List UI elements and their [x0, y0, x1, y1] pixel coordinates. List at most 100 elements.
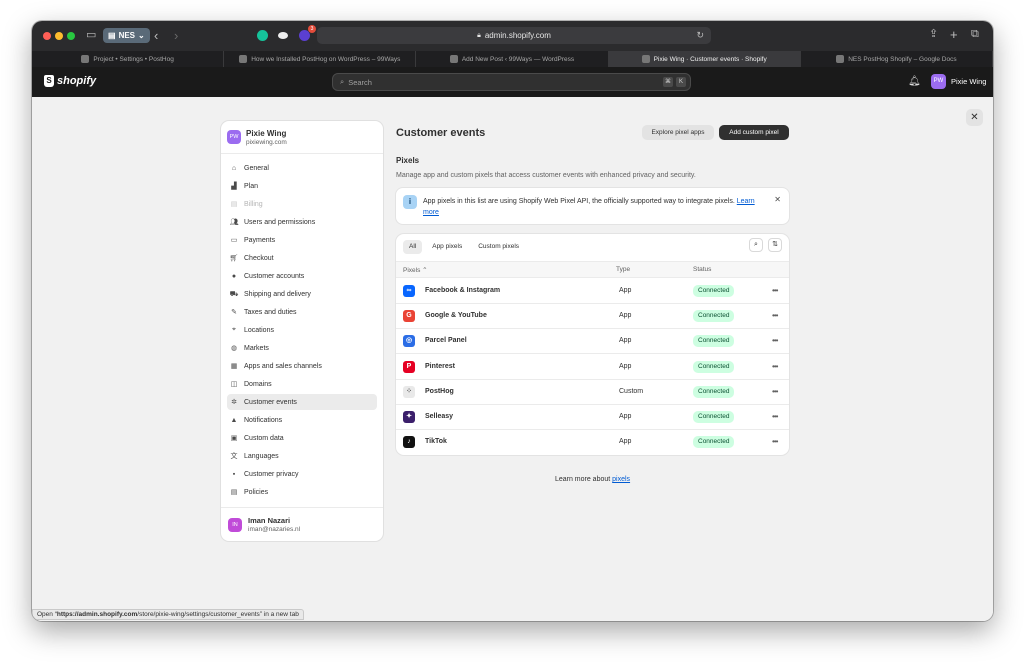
receipt-icon: ▤ — [230, 201, 238, 208]
filter-tab[interactable]: All — [403, 240, 423, 254]
truck-icon: ⛟ — [229, 290, 239, 298]
sidebar-item-general[interactable]: ⌂ General — [227, 160, 377, 176]
sidebar-item-label: Payments — [244, 236, 276, 244]
more-actions-icon[interactable]: ••• — [772, 437, 778, 446]
bell-icon: ▲ — [230, 416, 238, 424]
pinterest-icon: P — [403, 360, 415, 373]
chevron-down-icon: ⌄ — [138, 31, 145, 40]
shopify-logo[interactable]: S shopify — [44, 75, 96, 87]
sidebar-item-notifications[interactable]: ▲ Notifications — [227, 412, 377, 428]
shopify-bag-icon: S — [44, 75, 54, 87]
dismiss-banner-icon[interactable]: ✕ — [774, 195, 781, 204]
tab-overview-icon[interactable]: ⧉ — [971, 29, 979, 40]
browser-tab[interactable]: Project • Settings • PostHog — [32, 51, 225, 67]
pixel-name: Selleasy — [425, 413, 454, 420]
more-actions-icon[interactable]: ••• — [772, 387, 778, 396]
new-tab-icon[interactable]: + — [950, 28, 958, 41]
sidebar-item-customer-events[interactable]: ✲ Customer events — [227, 394, 377, 410]
more-actions-icon[interactable]: ••• — [772, 336, 778, 345]
sidebar-item-label: Languages — [244, 452, 279, 460]
reload-icon[interactable]: ↻ — [696, 30, 704, 41]
sidebar-item-locations[interactable]: ⌖ Locations — [227, 322, 377, 338]
footer-pixels-link[interactable]: pixels — [612, 476, 630, 483]
more-actions-icon[interactable]: ••• — [772, 412, 778, 421]
sidebar-item-domains[interactable]: ◫ Domains — [227, 376, 377, 392]
pixel-name: TikTok — [425, 438, 447, 446]
sidebar-item-customer-privacy[interactable]: ▪ Customer privacy — [227, 466, 377, 482]
forward-button[interactable]: › — [174, 29, 178, 42]
pixel-type: App — [619, 413, 632, 420]
status-badge: Connected — [693, 285, 735, 297]
shopify-wordmark: shopify — [57, 75, 97, 87]
browser-tab[interactable]: Pixie Wing · Customer events · Shopify — [608, 51, 801, 67]
sidebar-item-checkout[interactable]: 🛒︎ Checkout — [227, 250, 377, 266]
status-badge: Connected — [693, 335, 735, 348]
sidebar-item-payments[interactable]: ▭ Payments — [227, 232, 377, 248]
more-actions-icon[interactable]: ••• — [772, 286, 778, 295]
table-row[interactable]: P Pinterest App Connected ••• — [396, 355, 789, 380]
user-menu[interactable]: PW Pixie Wing — [931, 74, 986, 89]
pixel-name: PostHog — [425, 387, 454, 395]
sidebar-item-plan[interactable]: ▟ Plan — [227, 178, 377, 194]
sidebar-item-policies[interactable]: ▤ Policies — [227, 484, 377, 500]
status-badge: Connected — [693, 310, 735, 323]
profile-name: NES — [118, 31, 136, 40]
sidebar-item-taxes-and-duties[interactable]: ✎ Taxes and duties — [227, 304, 377, 320]
sidebar-item-shipping-and-delivery[interactable]: ⛟ Shipping and delivery — [227, 286, 377, 302]
tab-favicon-icon — [836, 55, 845, 63]
pixel-name: Google & YouTube — [425, 312, 487, 320]
notifications-bell-icon[interactable]: 🔔︎ — [908, 76, 921, 87]
browser-tab[interactable]: How we Installed PostHog on WordPress – … — [224, 51, 417, 67]
explore-pixel-apps-button[interactable]: Explore pixel apps — [642, 125, 714, 140]
account-user[interactable]: IN Iman Nazari iman@nazaries.nl — [221, 507, 383, 541]
share-icon[interactable]: ⇪ — [929, 29, 938, 40]
payment-icon: ▭ — [230, 237, 238, 244]
sidebar-item-markets[interactable]: ◍ Markets — [227, 340, 377, 356]
store-switcher[interactable]: PW Pixie Wing pixiewing.com — [221, 121, 383, 154]
sidebar-item-users-and-permissions[interactable]: 👥︎ Users and permissions — [227, 214, 377, 230]
sort-icon[interactable]: ⇅ — [768, 238, 782, 252]
info-icon: i — [403, 195, 417, 209]
sidebar-toggle-icon[interactable]: ▭ — [86, 30, 96, 41]
close-settings-button[interactable]: ✕ — [966, 109, 983, 126]
back-button[interactable]: ‹ — [154, 29, 158, 42]
grammarly-extension-icon[interactable] — [257, 30, 268, 41]
more-actions-icon[interactable]: ••• — [772, 311, 778, 320]
sidebar-item-languages[interactable]: 文 Languages — [227, 448, 377, 464]
address-text: admin.shopify.com — [484, 31, 551, 40]
profile-switcher[interactable]: ▤ NES ⌄ — [103, 28, 150, 43]
table-row[interactable]: ✦ Selleasy App Connected ••• — [396, 405, 789, 430]
search-filter-icon[interactable]: ⌕ — [749, 238, 763, 252]
account-name: Iman Nazari — [248, 516, 291, 525]
shopify-topbar: S shopify ⌕ Search ⌘ K 🔔︎ PW Pixie Wing — [32, 67, 993, 97]
language-icon: 文 — [230, 453, 238, 460]
sidebar-item-custom-data[interactable]: ▣ Custom data — [227, 430, 377, 446]
browser-tab[interactable]: NES PostHog Shopify – Google Docs — [801, 51, 993, 67]
more-actions-icon[interactable]: ••• — [772, 362, 778, 371]
table-row[interactable]: ∞ Facebook & Instagram App Connected ••• — [396, 279, 789, 304]
table-row[interactable]: ♪ TikTok App Connected ••• — [396, 430, 789, 455]
table-row[interactable]: ◎ Parcel Panel App Connected ••• — [396, 329, 789, 355]
sidebar-item-label: Customer privacy — [244, 470, 299, 478]
settings-nav: ⌂ General ▟ Plan ▤ Billing 👥︎ Users and permiss… — [221, 154, 383, 500]
sidebar-item-label: Policies — [244, 488, 269, 496]
sidebar-item-label: Domains — [244, 380, 272, 388]
minimize-window-button[interactable] — [55, 32, 63, 40]
table-row[interactable]: ⁘ PostHog Custom Connected ••• — [396, 380, 789, 405]
sidebar-item-customer-accounts[interactable]: ● Customer accounts — [227, 268, 377, 284]
info-banner: i App pixels in this list are using Shop… — [396, 188, 789, 224]
sidebar-item-apps-and-sales-channels[interactable]: ▦ Apps and sales channels — [227, 358, 377, 374]
toggle-extension-icon[interactable] — [278, 32, 288, 39]
close-window-button[interactable] — [43, 32, 51, 40]
filter-tab[interactable]: Custom pixels — [472, 240, 525, 254]
add-custom-pixel-button[interactable]: Add custom pixel — [719, 125, 789, 140]
table-row[interactable]: G Google & YouTube App Connected ••• — [396, 304, 789, 330]
section-title: Pixels — [396, 156, 420, 165]
sidebar-item-label: Billing — [244, 200, 263, 208]
address-bar[interactable]: 🔒︎ admin.shopify.com ↻ — [317, 27, 711, 44]
zoom-window-button[interactable] — [67, 32, 75, 40]
filter-tab[interactable]: App pixels — [426, 240, 468, 254]
column-pixels[interactable]: Pixels ⌃ — [403, 266, 428, 274]
browser-tab[interactable]: Add New Post ‹ 99Ways — WordPress — [416, 51, 609, 67]
search-input[interactable]: ⌕ Search ⌘ K — [332, 73, 691, 91]
